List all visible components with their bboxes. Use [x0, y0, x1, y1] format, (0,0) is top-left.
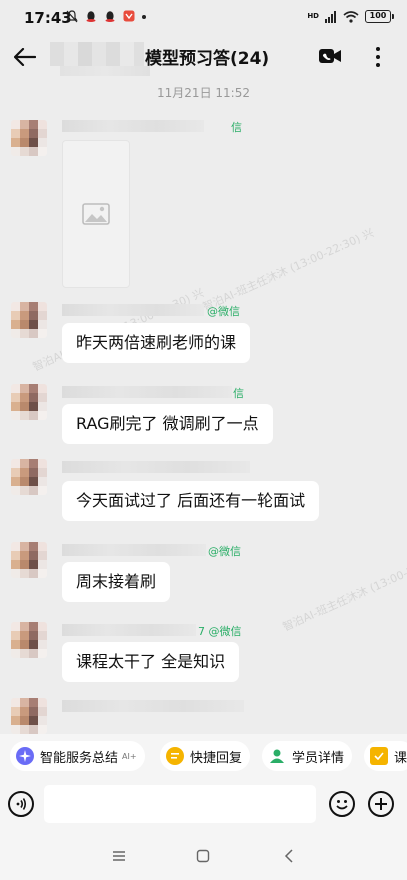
- message-bubble[interactable]: RAG刷完了 微调刷了一点: [62, 404, 273, 444]
- wifi-icon: [343, 10, 359, 23]
- bell-muted-icon: [66, 10, 78, 23]
- emoji-button[interactable]: [329, 791, 355, 817]
- back-chevron-icon: [284, 849, 293, 863]
- nickname-redacted: [62, 304, 204, 316]
- back-button[interactable]: [10, 42, 40, 72]
- nickname-redacted: [62, 624, 196, 636]
- subtitle-redacted: [60, 66, 150, 76]
- avatar[interactable]: [11, 698, 47, 734]
- menu-icon: [113, 851, 125, 861]
- status-bar: 17:43 HD 100: [0, 0, 407, 34]
- message-input[interactable]: [44, 785, 316, 823]
- watermark-text: 智泊AI-班主任沐沐 (13:00-22:30) 兴: [200, 226, 376, 314]
- chip-label: 快捷回复: [190, 750, 243, 766]
- chip-label: 学员详情: [292, 750, 345, 766]
- avatar[interactable]: [11, 302, 47, 338]
- title-redacted: [50, 42, 144, 66]
- message-bubble[interactable]: 周末接着刷: [62, 562, 171, 602]
- student-icon: [268, 747, 286, 765]
- network-label: HD: [307, 12, 319, 20]
- quick-reply-icon: [166, 747, 184, 765]
- nickname-redacted: [62, 120, 204, 132]
- qq-icon: [105, 11, 115, 22]
- avatar[interactable]: [11, 120, 47, 156]
- more-dot: [376, 63, 380, 67]
- home-nav-button[interactable]: [195, 848, 211, 864]
- smart-summary-chip[interactable]: 智能服务总结 AI+: [10, 741, 145, 771]
- chip-label: 智能服务总结: [40, 750, 119, 766]
- emoji-icon: [336, 800, 348, 810]
- more-vertical-icon: [376, 47, 380, 51]
- chat-title: 模型预习答(24): [145, 49, 270, 69]
- watermark-text: 智泊AI-班主任沐沐 (13:00-22:30) 兴: [280, 546, 407, 634]
- ai-sparkle-icon: [16, 747, 34, 765]
- notification-icons: [66, 10, 146, 23]
- wechat-tag: 信: [231, 121, 242, 134]
- dot-icon: [142, 14, 146, 19]
- arrow-left-icon: [14, 48, 36, 66]
- qq-icon: [86, 11, 96, 22]
- input-bar: [0, 778, 407, 832]
- more-button[interactable]: [368, 43, 388, 71]
- video-call-button[interactable]: [318, 46, 342, 66]
- chat-screen: 17:43 HD 100 模型预习答(24) 11月21日 11:52 智泊AI…: [0, 0, 407, 880]
- video-call-icon: [319, 49, 341, 63]
- avatar[interactable]: [11, 542, 47, 578]
- back-nav-button[interactable]: [281, 848, 297, 864]
- avatar[interactable]: [11, 459, 47, 495]
- image-placeholder-icon: [82, 203, 110, 225]
- system-nav-bar: [0, 832, 407, 880]
- ai-badge: AI+: [122, 751, 137, 761]
- student-detail-chip[interactable]: 学员详情: [262, 741, 353, 771]
- nickname-redacted: [62, 386, 232, 398]
- wechat-tag: 7 @微信: [198, 625, 242, 638]
- chat-timestamp: 11月21日 11:52: [157, 86, 250, 100]
- message-bubble[interactable]: 课程太干了 全是知识: [62, 642, 240, 682]
- signal-icon: [325, 10, 336, 23]
- message-bubble[interactable]: 今天面试过了 后面还有一轮面试: [62, 481, 320, 521]
- nickname-redacted: [62, 544, 206, 556]
- nickname-redacted: [62, 700, 244, 712]
- voice-button[interactable]: [8, 791, 34, 817]
- app-icon: [123, 10, 135, 22]
- plus-icon: [375, 798, 387, 810]
- wechat-tag: @微信: [208, 545, 241, 558]
- wechat-tag: @微信: [207, 305, 240, 318]
- wechat-tag: 信: [233, 387, 244, 400]
- avatar[interactable]: [11, 384, 47, 420]
- chip-label: 课: [394, 750, 407, 766]
- chat-header: 模型预习答(24): [0, 34, 407, 82]
- course-chip[interactable]: 课: [364, 741, 407, 771]
- avatar[interactable]: [11, 622, 47, 658]
- quick-action-bar: 智能服务总结 AI+ 快捷回复 学员详情 课: [0, 734, 407, 778]
- more-dot: [376, 55, 380, 59]
- course-icon: [370, 747, 388, 765]
- quick-reply-chip[interactable]: 快捷回复: [160, 741, 251, 771]
- voice-icon: [16, 798, 27, 810]
- nickname-redacted: [62, 461, 250, 473]
- battery-icon: 100: [365, 10, 394, 23]
- status-time: 17:43: [24, 9, 72, 27]
- plus-button[interactable]: [368, 791, 394, 817]
- menu-nav-button[interactable]: [111, 848, 127, 864]
- home-square-icon: [196, 849, 210, 863]
- system-status: HD 100: [307, 10, 394, 23]
- image-message[interactable]: [62, 140, 130, 288]
- message-bubble[interactable]: 昨天两倍速刷老师的课: [62, 323, 251, 363]
